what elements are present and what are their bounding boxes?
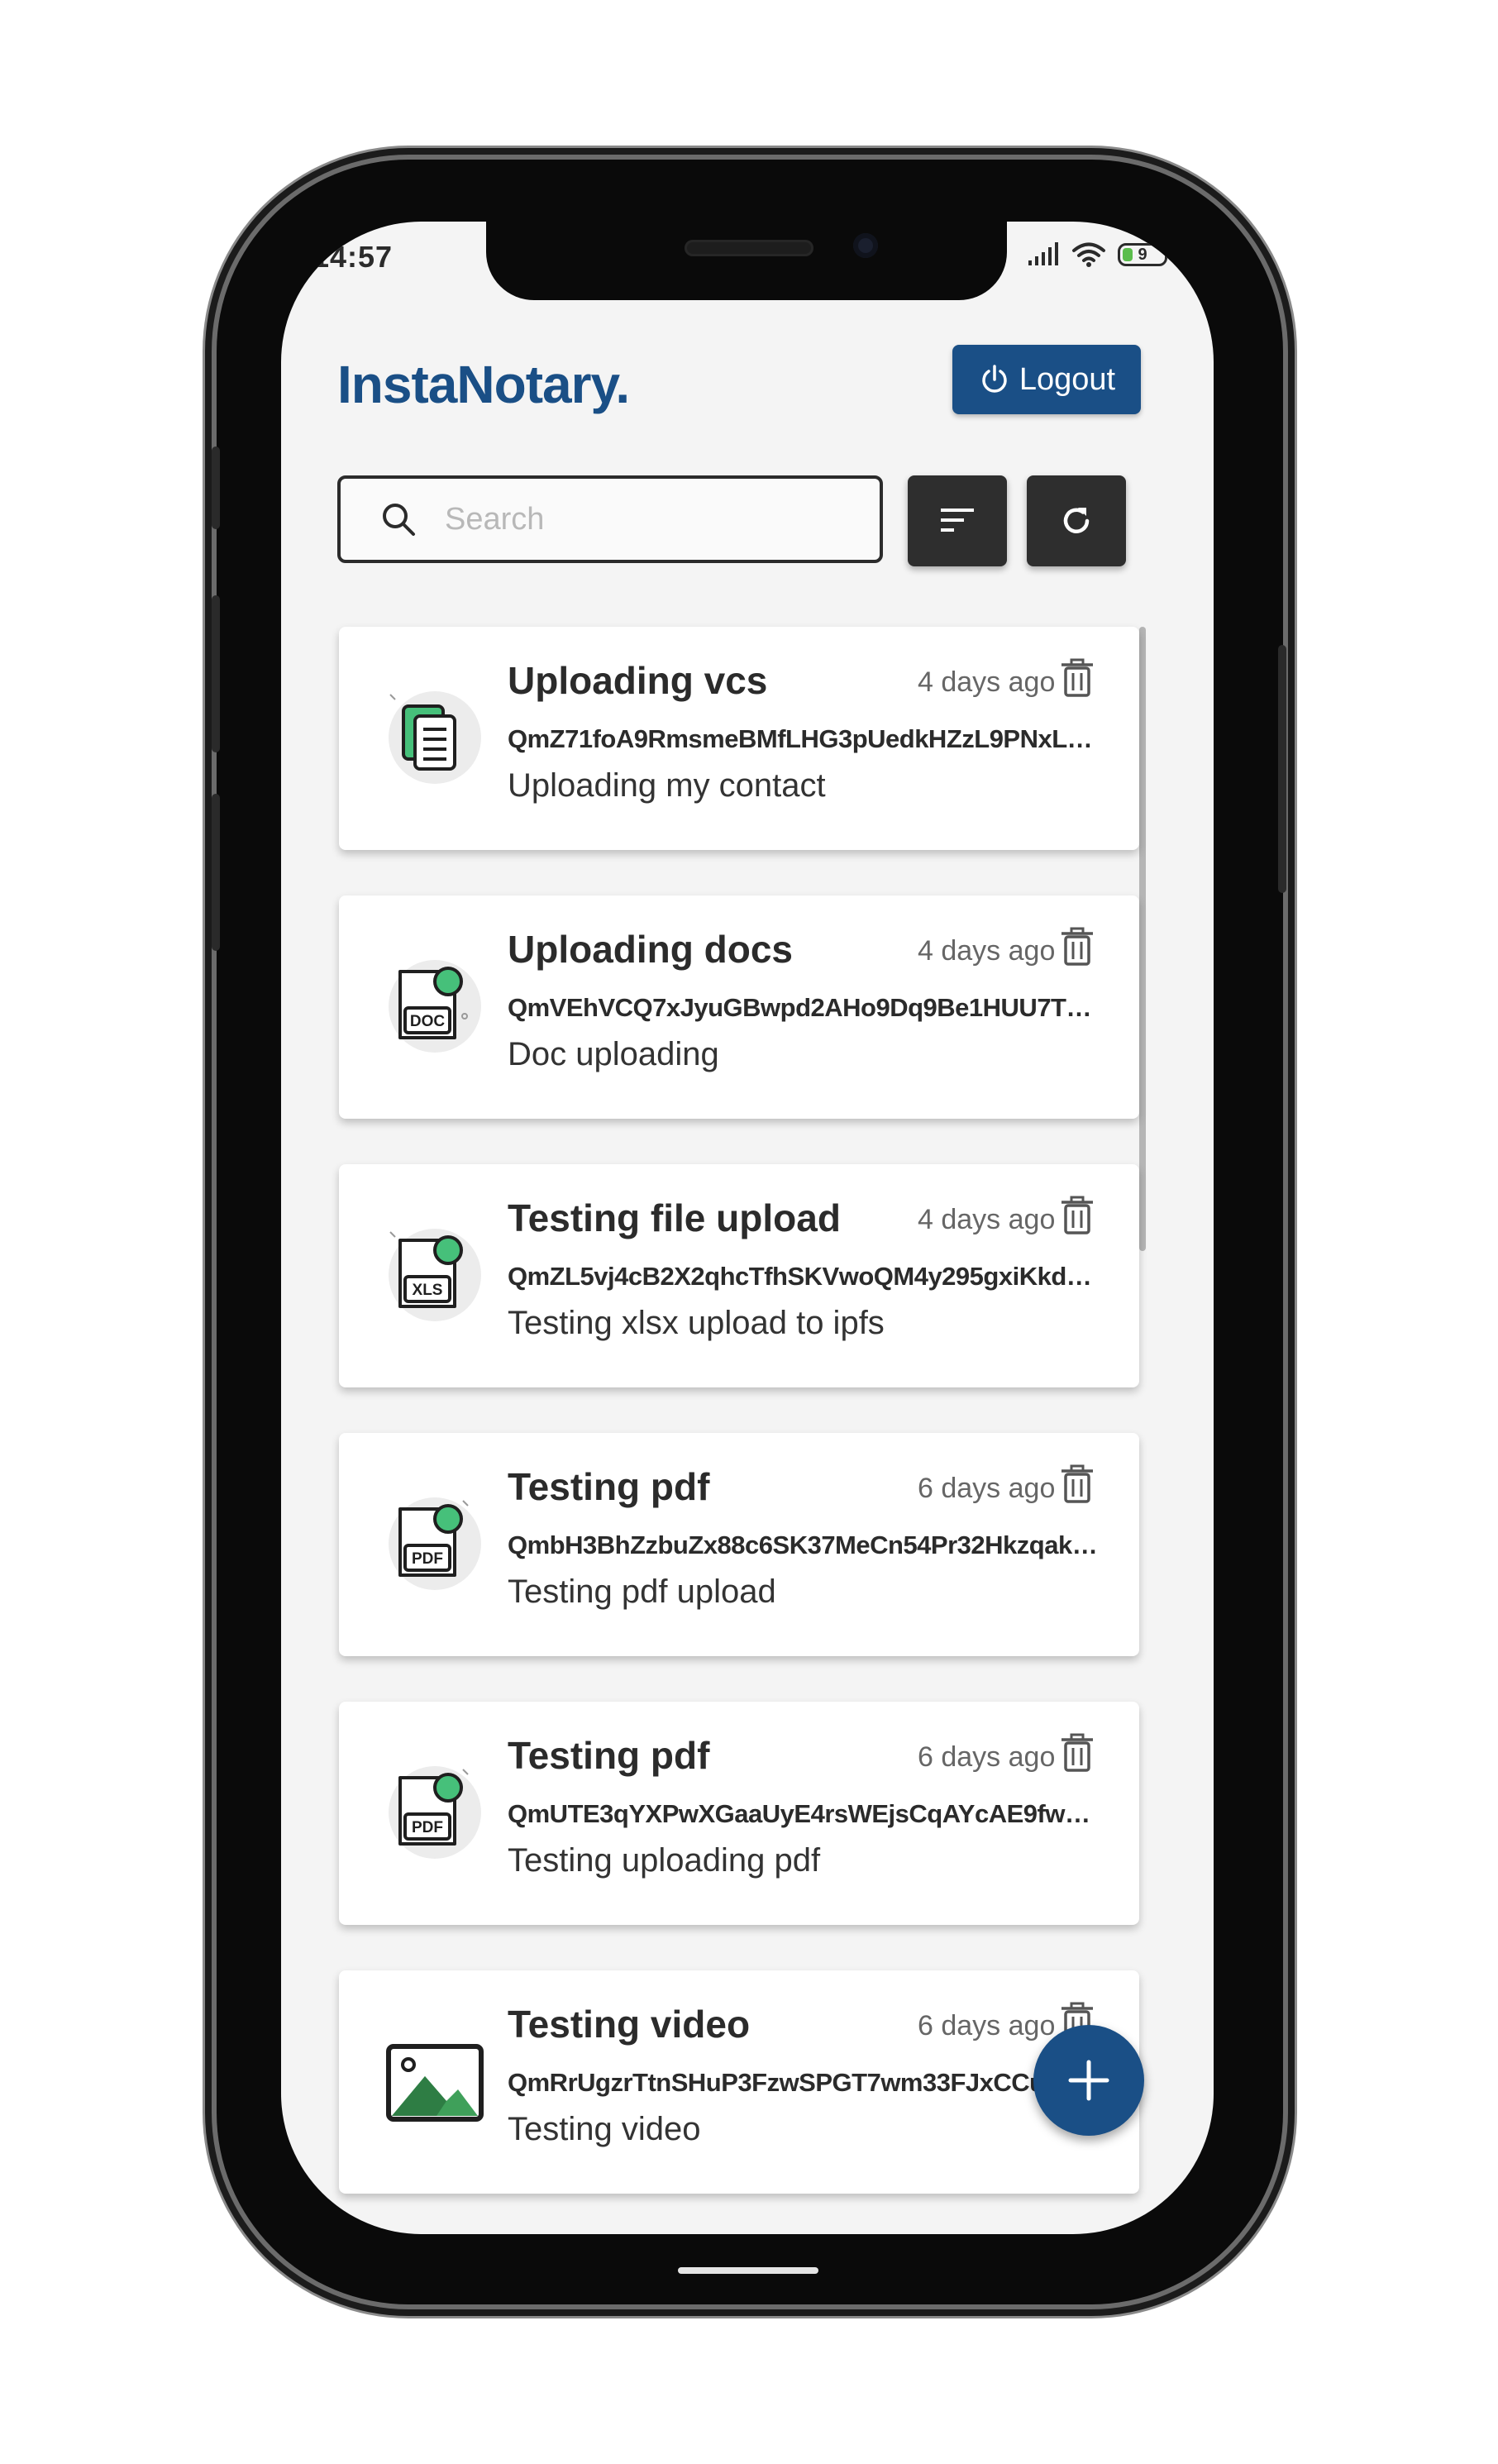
file-title: Testing pdf [508, 1465, 710, 1508]
file-hash: QmUTE3qYXPwXGaaUyE4rsWEjsCqAYcAE9fwGwM..… [508, 1799, 1103, 1828]
refresh-button[interactable] [1027, 475, 1126, 566]
app-screen: 14:57 9 InstaNotary. Logout Search Uploa… [281, 222, 1214, 2234]
image-file-icon [386, 2044, 484, 2122]
file-hash: QmbH3BhZzbuZx88c6SK37MeCn54Pr32HkzqakgE.… [508, 1530, 1103, 1559]
sort-icon [941, 509, 974, 532]
file-hash: QmZ71foA9RmsmeBMfLHG3pUedkHZzL9PNxLqw... [508, 724, 1103, 753]
pdf-label: PDF [412, 1819, 443, 1836]
doc-label: DOC [410, 1013, 446, 1030]
file-timestamp: 4 days ago [918, 1204, 1056, 1235]
signal-icon [1028, 242, 1058, 265]
search-icon [383, 504, 415, 536]
trash-icon[interactable] [1060, 1464, 1095, 1504]
pdf-file-icon: PDF [389, 1497, 481, 1590]
file-card[interactable]: PDF Testing pdf 6 days ago QmUTE3qYXPwXG… [339, 1702, 1139, 1925]
trash-icon[interactable] [1060, 658, 1095, 698]
doc-file-icon: DOC [389, 960, 481, 1053]
file-timestamp: 6 days ago [918, 1473, 1056, 1504]
sort-button[interactable] [908, 475, 1007, 566]
logout-label: Logout [1019, 361, 1116, 397]
power-button [1278, 645, 1286, 893]
trash-icon[interactable] [1060, 927, 1095, 967]
battery-icon: 9 [1118, 243, 1167, 266]
file-card[interactable]: XLS Testing file upload 4 days ago QmZL5… [339, 1164, 1139, 1387]
status-time: 14:57 [312, 240, 394, 274]
xls-file-icon: XLS [389, 1229, 481, 1321]
charging-icon [1180, 242, 1190, 267]
search-input[interactable] [443, 500, 810, 538]
mute-switch [212, 446, 220, 529]
file-hash: QmVEhVCQ7xJyuGBwpd2AHo9Dq9Be1HUU7ThttE..… [508, 993, 1103, 1022]
file-title: Uploading docs [508, 928, 793, 971]
front-camera [853, 233, 878, 258]
file-card[interactable]: Testing video 6 days ago QmRrUgzrTtnSHuP… [339, 1970, 1139, 2194]
app-brand-title: InstaNotary. [337, 355, 630, 414]
search-bar[interactable] [337, 475, 883, 563]
file-title: Testing video [508, 2003, 751, 2046]
add-file-button[interactable] [1033, 2025, 1144, 2136]
file-title: Testing pdf [508, 1734, 710, 1777]
file-description: Testing video [508, 2111, 701, 2147]
power-icon [982, 365, 1007, 393]
file-description: Testing pdf upload [508, 1573, 776, 1610]
file-title: Testing file upload [508, 1196, 841, 1239]
xls-label: XLS [413, 1282, 443, 1299]
pdf-label: PDF [412, 1550, 443, 1568]
status-icons: 9 [1027, 241, 1190, 268]
file-timestamp: 6 days ago [918, 2010, 1056, 2041]
earpiece-speaker [685, 240, 813, 256]
refresh-icon [1063, 508, 1090, 533]
list-scrollbar[interactable] [1139, 627, 1146, 1251]
battery-level: 9 [1138, 245, 1147, 264]
file-hash: QmRrUgzrTtnSHuP3FzwSPGT7wm33FJxCCufH [508, 2068, 1071, 2097]
file-timestamp: 4 days ago [918, 935, 1056, 967]
volume-up-button [212, 595, 220, 752]
file-hash: QmZL5vj4cB2X2qhcTfhSKVwoQM4y295gxiKkdS3q… [508, 1262, 1103, 1291]
file-description: Testing xlsx upload to ipfs [508, 1305, 885, 1341]
home-indicator [678, 2267, 818, 2274]
vcf-file-icon [389, 691, 481, 784]
logout-button[interactable]: Logout [952, 345, 1141, 414]
file-description: Testing uploading pdf [508, 1842, 821, 1879]
notch [486, 222, 1007, 300]
file-description: Uploading my contact [508, 767, 826, 804]
file-title: Uploading vcs [508, 659, 768, 702]
file-description: Doc uploading [508, 1036, 719, 1072]
trash-icon[interactable] [1060, 1733, 1095, 1773]
file-timestamp: 6 days ago [918, 1741, 1056, 1773]
file-card[interactable]: PDF Testing pdf 6 days ago QmbH3BhZzbuZx… [339, 1433, 1139, 1656]
pdf-file-icon: PDF [389, 1766, 481, 1859]
volume-down-button [212, 794, 220, 951]
wifi-icon [1072, 242, 1105, 267]
plus-icon [1068, 2060, 1109, 2101]
trash-icon[interactable] [1060, 1196, 1095, 1235]
file-timestamp: 4 days ago [918, 666, 1056, 698]
file-card[interactable]: Uploading vcs 4 days ago QmZ71foA9RmsmeB… [339, 627, 1139, 850]
file-card[interactable]: DOC Uploading docs 4 days ago QmVEhVCQ7x… [339, 895, 1139, 1119]
